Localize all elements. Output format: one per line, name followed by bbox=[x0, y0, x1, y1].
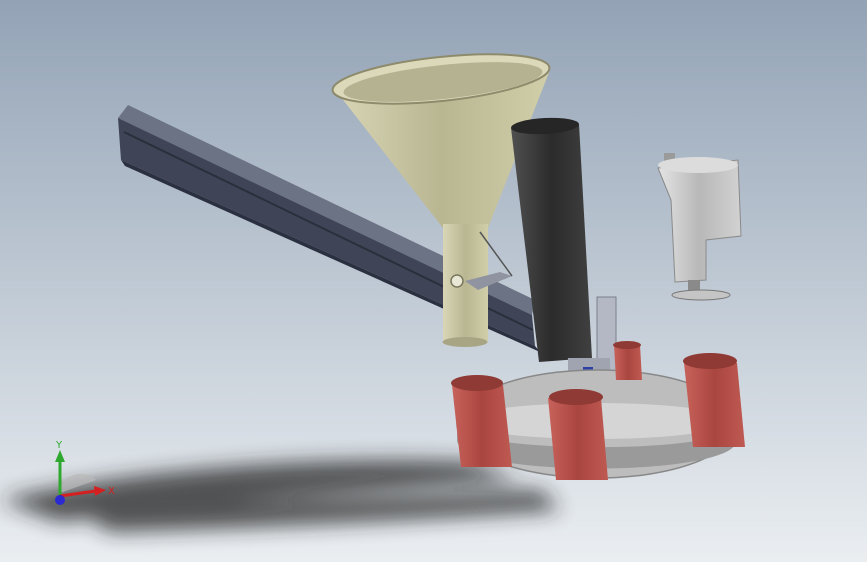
red-tank-front-left[interactable] bbox=[451, 375, 512, 467]
triad-plane bbox=[60, 473, 96, 493]
x-axis-label: X bbox=[108, 486, 115, 497]
red-tank-back[interactable] bbox=[613, 341, 642, 380]
axis-triad: Y X bbox=[55, 440, 115, 505]
red-tank-right[interactable] bbox=[683, 353, 745, 447]
y-axis-label: Y bbox=[55, 440, 63, 451]
x-axis-arrow bbox=[59, 489, 97, 498]
x-axis-head bbox=[94, 486, 106, 496]
red-tank-front-center[interactable] bbox=[548, 389, 608, 480]
y-axis-head bbox=[55, 450, 65, 462]
model-scene[interactable] bbox=[0, 0, 867, 562]
z-axis-dot bbox=[55, 495, 65, 505]
cad-viewport[interactable]: Y X bbox=[0, 0, 867, 562]
